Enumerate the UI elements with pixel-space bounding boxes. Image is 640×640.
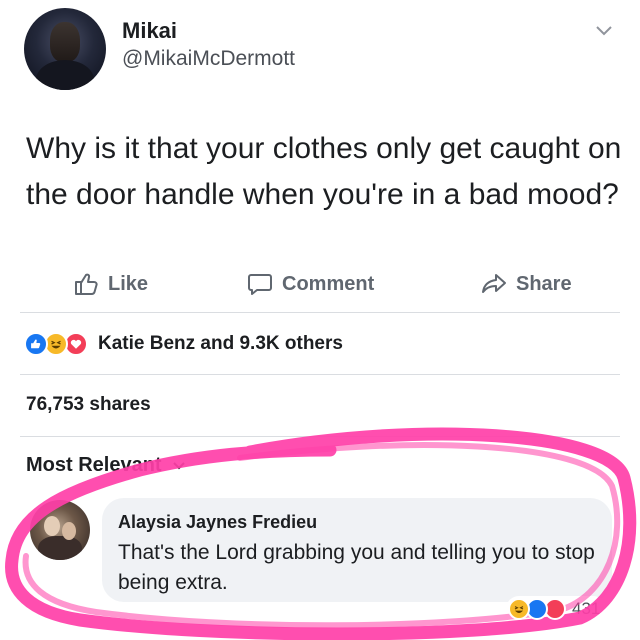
comment-sort-dropdown[interactable]: Most Relevant — [26, 454, 186, 477]
thumbs-up-icon — [75, 273, 98, 295]
divider — [20, 312, 620, 313]
avatar-face — [62, 522, 76, 540]
speech-bubble-icon — [248, 274, 272, 295]
comment-button[interactable]: Comment — [246, 264, 374, 304]
avatar-face — [50, 22, 80, 62]
comment-reaction-count: 431 — [572, 599, 601, 618]
like-button[interactable]: Like — [72, 264, 148, 304]
haha-icon — [508, 598, 530, 620]
author-handle[interactable]: @MikaiMcDermott — [122, 47, 295, 71]
author-name[interactable]: Mikai — [122, 18, 177, 44]
divider — [20, 436, 620, 437]
avatar-face — [44, 516, 60, 536]
reactions-summary[interactable]: Katie Benz and 9.3K others — [24, 330, 343, 358]
like-label: Like — [108, 272, 149, 295]
chevron-down-icon[interactable] — [594, 24, 614, 38]
comment-sort-label: Most Relevant — [26, 454, 162, 476]
like-icon — [24, 332, 48, 356]
comment-reactions[interactable]: 431 — [506, 596, 607, 622]
comment-text: That's the Lord grabbing you and telling… — [118, 541, 595, 594]
comment-author[interactable]: Alaysia Jaynes Fredieu — [118, 512, 317, 533]
action-bar: Like Comment Share — [0, 264, 640, 304]
share-label: Share — [516, 272, 572, 295]
commenter-avatar[interactable] — [30, 500, 90, 560]
author-avatar[interactable] — [24, 8, 106, 90]
share-arrow-icon — [482, 274, 506, 293]
reactions-text[interactable]: Katie Benz and 9.3K others — [98, 333, 343, 355]
comment-label: Comment — [282, 272, 375, 295]
avatar-shoulders — [36, 60, 94, 90]
shares-count[interactable]: 76,753 shares — [26, 394, 151, 416]
post-text: Why is it that your clothes only get cau… — [26, 132, 622, 211]
share-button[interactable]: Share — [480, 264, 572, 304]
divider — [20, 374, 620, 375]
avatar-figure — [38, 536, 82, 560]
chevron-down-icon — [172, 461, 185, 469]
